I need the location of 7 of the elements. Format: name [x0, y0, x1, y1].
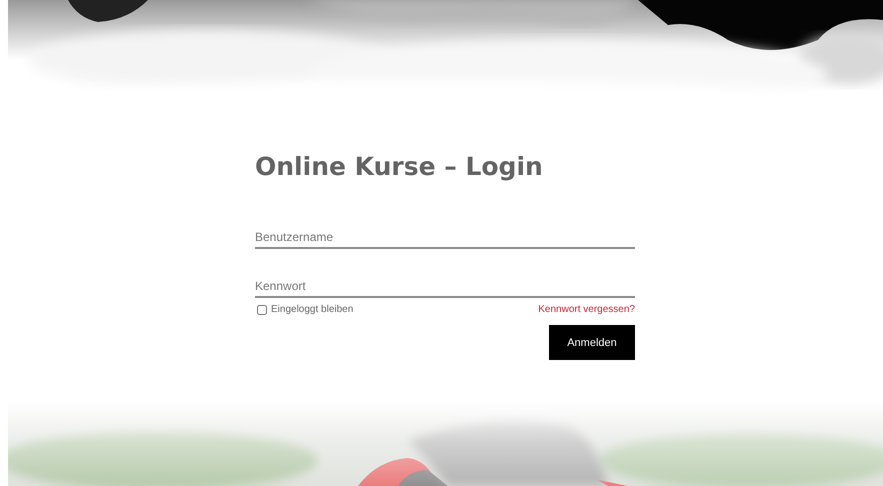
- input-field[interactable]: Benutzername: [255, 228, 635, 249]
- login-button[interactable]: Anmelden: [549, 325, 635, 360]
- forgot-password-link[interactable]: Kennwort vergessen?: [538, 304, 635, 315]
- page-title: Online Kurse – Login: [255, 152, 544, 181]
- checkbox[interactable]: [257, 304, 267, 314]
- checkbox-label: Eingeloggt bleiben: [271, 304, 354, 315]
- input-field[interactable]: Kennwort: [255, 277, 635, 298]
